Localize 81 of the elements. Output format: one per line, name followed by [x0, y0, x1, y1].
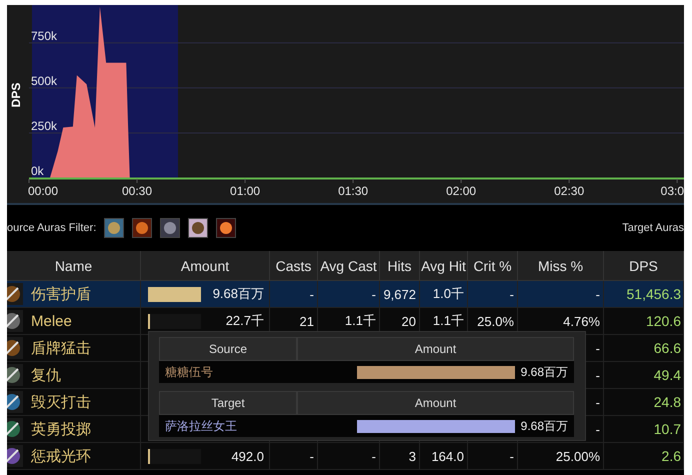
column-header[interactable]: Avg Cast — [318, 251, 380, 281]
aura-icon[interactable] — [132, 218, 152, 238]
y-tick-label: 500k — [31, 74, 58, 88]
table-cell: - — [310, 286, 314, 302]
player-name: 糖糖伍号 — [159, 361, 297, 383]
aura-icon[interactable] — [216, 218, 236, 238]
table-cell: 49.4 — [654, 367, 681, 383]
y-tick-label: 0k — [31, 164, 44, 178]
table-cell: 492.0 — [231, 448, 264, 464]
column-header[interactable]: Miss % — [518, 251, 604, 281]
x-tick-label: 00:00 — [28, 184, 58, 198]
table-cell: 22.7千 — [226, 312, 264, 330]
table-row[interactable]: 伤害护盾 9.68百万 - - 9,672 1.0千 - - 51,456.3 — [7, 281, 684, 308]
table-cell: 1.1千 — [344, 312, 376, 330]
table-cell: - — [510, 286, 514, 302]
aura-icon[interactable] — [160, 218, 180, 238]
table-cell: 21 — [300, 314, 314, 328]
aura-icon[interactable] — [188, 218, 208, 238]
table-cell: - — [596, 394, 600, 410]
table-cell: - — [510, 448, 514, 464]
filter-label: ource Auras Filter: — [7, 222, 96, 234]
ability-name: 盾牌猛击 — [31, 338, 91, 358]
ability-name: 英勇投掷 — [31, 420, 91, 438]
column-header[interactable]: DPS — [604, 251, 684, 281]
aura-icon[interactable] — [104, 218, 124, 238]
table-cell: 25.00% — [556, 448, 600, 464]
column-header[interactable]: Amount — [141, 251, 270, 281]
x-tick-label: 02:00 — [446, 184, 476, 198]
y-axis-title: DPS — [9, 82, 23, 108]
table-cell: 120.6 — [646, 313, 681, 329]
x-tick-label: 00:30 — [122, 184, 152, 198]
table-cell: 1.1千 — [432, 312, 464, 330]
table-cell: 9,672 — [383, 286, 416, 302]
table-row[interactable]: Melee 22.7千 21 1.1千 20 1.1千 25.0% 4.76% 120.6 — [7, 308, 684, 335]
ability-name: 伤害护盾 — [31, 284, 91, 304]
x-tick-label: 02:30 — [554, 184, 584, 198]
table-cell: 4.76% — [563, 314, 600, 328]
ability-name: 惩戒光环 — [31, 446, 91, 466]
y-tick-label: 250k — [31, 118, 58, 133]
table-cell: - — [310, 448, 314, 464]
table-row[interactable]: 惩戒光环 492.0 - - 3 164.0 - 25.00% 2.6 — [7, 443, 684, 470]
spell-icon — [7, 445, 23, 467]
x-tick-label: 01:00 — [230, 184, 260, 198]
table-cell: 51,456.3 — [626, 286, 681, 302]
column-header: Amount — [297, 391, 574, 415]
table-cell: - — [596, 340, 600, 356]
table-cell: 20 — [402, 314, 416, 328]
x-tick-label: 03:0 — [660, 184, 684, 198]
ability-name: 复仇 — [31, 366, 61, 384]
player-name: 萨洛拉丝女王 — [159, 415, 297, 437]
column-header[interactable]: Casts — [270, 251, 318, 281]
table-cell: 164.0 — [431, 448, 464, 464]
table-cell: - — [596, 286, 600, 302]
ability-name: 毁灭打击 — [31, 392, 91, 412]
column-header: Target — [159, 391, 297, 415]
column-header[interactable]: Avg Hit — [420, 251, 468, 281]
x-tick-label: 01:30 — [338, 184, 368, 198]
ability-name: Melee — [31, 312, 72, 330]
column-header[interactable]: Hits — [380, 251, 420, 281]
table-cell: 1.0千 — [432, 285, 464, 303]
column-header[interactable]: Name — [7, 251, 141, 281]
amount-value: 9.68百万 — [520, 418, 568, 434]
column-header[interactable]: Crit % — [468, 251, 518, 281]
amount-value: 9.68百万 — [520, 364, 568, 380]
table-cell: - — [596, 368, 600, 382]
spell-icon — [7, 310, 23, 332]
table-cell: 10.7 — [654, 421, 681, 437]
spell-icon — [7, 283, 23, 305]
table-cell: 66.6 — [654, 340, 681, 356]
column-header: Amount — [297, 337, 574, 361]
table-cell: - — [372, 286, 376, 302]
table-cell: 2.6 — [662, 448, 681, 464]
filter-label: Target Auras — [622, 222, 684, 234]
table-cell: 9.68百万 — [212, 285, 264, 303]
table-cell: 25.0% — [477, 314, 514, 328]
table-cell: 24.8 — [654, 394, 681, 410]
table-cell: 3 — [408, 448, 416, 464]
table-cell: - — [596, 422, 600, 436]
y-tick-label: 750k — [31, 28, 58, 43]
table-cell: - — [372, 448, 376, 464]
column-header: Source — [159, 337, 297, 361]
